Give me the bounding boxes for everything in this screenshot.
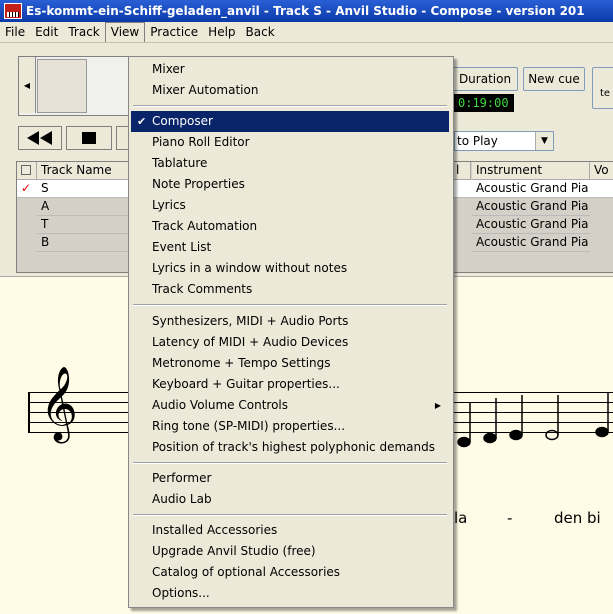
menu-item-audio-lab[interactable]: Audio Lab [131, 489, 449, 510]
auto-play-select[interactable]: to Play ▼ [454, 131, 554, 151]
menu-file[interactable]: File [0, 23, 30, 41]
track-instrument-a[interactable]: Acoustic Grand Pia [472, 198, 590, 216]
menu-item-installed-accessories[interactable]: Installed Accessories [131, 520, 449, 541]
menu-separator [133, 304, 447, 306]
menu-item-composer[interactable]: ✔ Composer [131, 111, 449, 132]
lyric-hyphen[interactable]: - [507, 509, 512, 527]
stop-icon [82, 132, 96, 144]
view-menu-dropdown: Mixer Mixer Automation ✔ Composer Piano … [128, 56, 454, 608]
menu-item-event-list[interactable]: Event List [131, 237, 449, 258]
track-cell[interactable] [454, 180, 472, 198]
tempo-button[interactable]: te [592, 67, 613, 109]
header-volume[interactable]: Vo [590, 162, 613, 180]
menu-item-keyboard-guitar[interactable]: Keyboard + Guitar properties... [131, 374, 449, 395]
menu-help[interactable]: Help [203, 23, 240, 41]
menu-practice[interactable]: Practice [145, 23, 203, 41]
menu-item-mixer[interactable]: Mixer [131, 59, 449, 80]
menu-item-metronome[interactable]: Metronome + Tempo Settings [131, 353, 449, 374]
menu-separator [133, 514, 447, 516]
menu-back[interactable]: Back [241, 23, 280, 41]
auto-play-value: to Play [457, 134, 498, 148]
menu-separator [133, 462, 447, 464]
track-volume[interactable] [590, 180, 613, 198]
menu-item-composer-label: Composer [152, 114, 213, 128]
track-instrument-s[interactable]: Acoustic Grand Pia [472, 180, 590, 198]
menu-item-catalog[interactable]: Catalog of optional Accessories [131, 562, 449, 583]
position-scrollbar[interactable]: ◀ [18, 56, 132, 116]
menu-item-track-comments[interactable]: Track Comments [131, 279, 449, 300]
menu-item-polyphonic[interactable]: Position of track's highest polyphonic d… [131, 437, 449, 458]
menu-item-note-properties[interactable]: Note Properties [131, 174, 449, 195]
time-display: 0:19:00 [454, 94, 514, 112]
track-name-b[interactable]: B [37, 234, 130, 252]
header-check[interactable] [17, 162, 37, 180]
menu-item-tablature[interactable]: Tablature [131, 153, 449, 174]
menu-bar: File Edit Track View Practice Help Back [0, 22, 613, 43]
chevron-down-icon[interactable]: ▼ [535, 132, 553, 150]
notes-group[interactable] [452, 380, 613, 460]
menu-item-performer[interactable]: Performer [131, 468, 449, 489]
menu-item-synthesizers[interactable]: Synthesizers, MIDI + Audio Ports [131, 311, 449, 332]
header-instrument[interactable]: Instrument [472, 162, 590, 180]
checkmark-icon: ✔ [137, 115, 147, 128]
menu-item-audio-volume-label: Audio Volume Controls [152, 398, 288, 412]
menu-track[interactable]: Track [63, 23, 104, 41]
lyric-syllable[interactable]: den bi [554, 509, 601, 527]
header-track-name[interactable]: Track Name [37, 162, 130, 180]
scroll-thumb[interactable] [37, 59, 87, 113]
menu-separator [133, 105, 447, 107]
menu-item-piano-roll[interactable]: Piano Roll Editor [131, 132, 449, 153]
header-misc[interactable]: l [454, 162, 471, 180]
tempo-label: te [599, 88, 611, 99]
menu-item-options[interactable]: Options... [131, 583, 449, 604]
menu-item-mixer-automation[interactable]: Mixer Automation [131, 80, 449, 101]
new-cue-button[interactable]: New cue [523, 67, 585, 91]
submenu-arrow-icon: ▶ [434, 401, 441, 410]
track-row-check[interactable]: ✓ [17, 180, 37, 198]
staff-barline [28, 392, 30, 433]
track-instrument-t[interactable]: Acoustic Grand Pia [472, 216, 590, 234]
menu-item-upgrade[interactable]: Upgrade Anvil Studio (free) [131, 541, 449, 562]
rewind-icon [27, 131, 52, 145]
rewind-button[interactable] [18, 126, 62, 150]
menu-item-track-automation[interactable]: Track Automation [131, 216, 449, 237]
menu-item-ring-tone[interactable]: Ring tone (SP-MIDI) properties... [131, 416, 449, 437]
treble-clef-icon: 𝄞 [40, 367, 78, 441]
menu-item-audio-volume[interactable]: Audio Volume Controls ▶ [131, 395, 449, 416]
track-name-a[interactable]: A [37, 198, 130, 216]
title-bar: Es-kommt-ein-Schiff-geladen_anvil - Trac… [0, 0, 613, 22]
menu-view[interactable]: View [104, 22, 146, 42]
duration-button[interactable]: Duration [452, 67, 518, 91]
menu-edit[interactable]: Edit [30, 23, 63, 41]
lyric-syllable[interactable]: la [454, 509, 467, 527]
window-title: Es-kommt-ein-Schiff-geladen_anvil - Trac… [26, 4, 585, 18]
menu-item-latency[interactable]: Latency of MIDI + Audio Devices [131, 332, 449, 353]
scroll-left-icon[interactable]: ◀ [19, 57, 36, 113]
track-name-s[interactable]: S [37, 180, 130, 198]
anvil-app-icon[interactable] [4, 3, 22, 19]
menu-item-lyrics[interactable]: Lyrics [131, 195, 449, 216]
stop-button[interactable] [66, 126, 112, 150]
track-name-t[interactable]: T [37, 216, 130, 234]
menu-item-lyrics-window[interactable]: Lyrics in a window without notes [131, 258, 449, 279]
track-instrument-b[interactable]: Acoustic Grand Pia [472, 234, 590, 252]
